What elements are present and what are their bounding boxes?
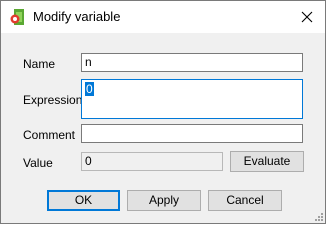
value-field: 0: [81, 152, 223, 171]
expression-selected-text: 0: [85, 82, 94, 96]
expression-field[interactable]: 0: [81, 79, 303, 119]
resize-grip-icon[interactable]: [313, 211, 323, 221]
window-title: Modify variable: [33, 9, 121, 24]
evaluate-button[interactable]: Evaluate: [230, 151, 304, 172]
variable-app-icon: [10, 9, 24, 25]
name-field[interactable]: n: [81, 53, 303, 72]
modify-variable-dialog: Modify variable Name n Expression 0 Comm…: [0, 0, 326, 224]
close-icon: [301, 11, 313, 23]
close-button[interactable]: [289, 1, 325, 33]
apply-button[interactable]: Apply: [127, 190, 201, 211]
name-label: Name: [23, 57, 56, 71]
cancel-button[interactable]: Cancel: [208, 190, 282, 211]
value-label: Value: [23, 156, 53, 170]
title-bar[interactable]: Modify variable: [1, 1, 325, 33]
ok-button[interactable]: OK: [47, 190, 120, 211]
comment-label: Comment: [23, 128, 76, 142]
comment-field[interactable]: [81, 124, 303, 143]
expression-label: Expression: [23, 93, 83, 107]
